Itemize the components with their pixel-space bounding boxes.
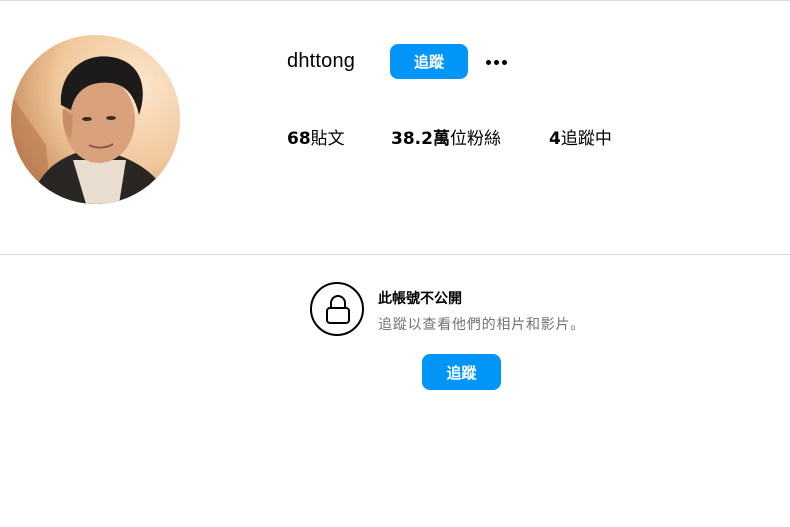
section-divider [0,254,790,255]
posts-stat: 68貼文 [287,124,345,149]
dot [493,59,499,65]
posts-label: 貼文 [310,129,345,149]
profile-photo [11,35,180,204]
more-options-icon[interactable] [481,52,511,72]
top-divider [0,0,790,1]
avatar[interactable] [11,35,180,204]
lock-icon [310,282,364,336]
private-account-subtitle: 追蹤以查看他們的相片和影片。 [378,317,586,333]
username: dhttong [287,50,356,72]
posts-count: 68 [287,129,311,149]
private-account-title: 此帳號不公開 [378,291,462,307]
following-count: 4 [549,129,561,149]
dot [501,59,507,65]
follow-button-secondary[interactable]: 追蹤 [422,354,501,390]
profile-page: dhttong 追蹤 68貼文 38.2萬位粉絲 4追蹤中 此帳號不公開 追蹤以… [0,0,790,527]
followers-label: 位粉絲 [449,129,501,149]
followers-count: 38.2萬 [391,129,450,149]
followers-stat[interactable]: 38.2萬位粉絲 [391,124,501,149]
follow-button[interactable]: 追蹤 [390,44,468,79]
following-label: 追蹤中 [560,129,612,149]
dot [485,59,491,65]
following-stat[interactable]: 4追蹤中 [549,124,612,149]
